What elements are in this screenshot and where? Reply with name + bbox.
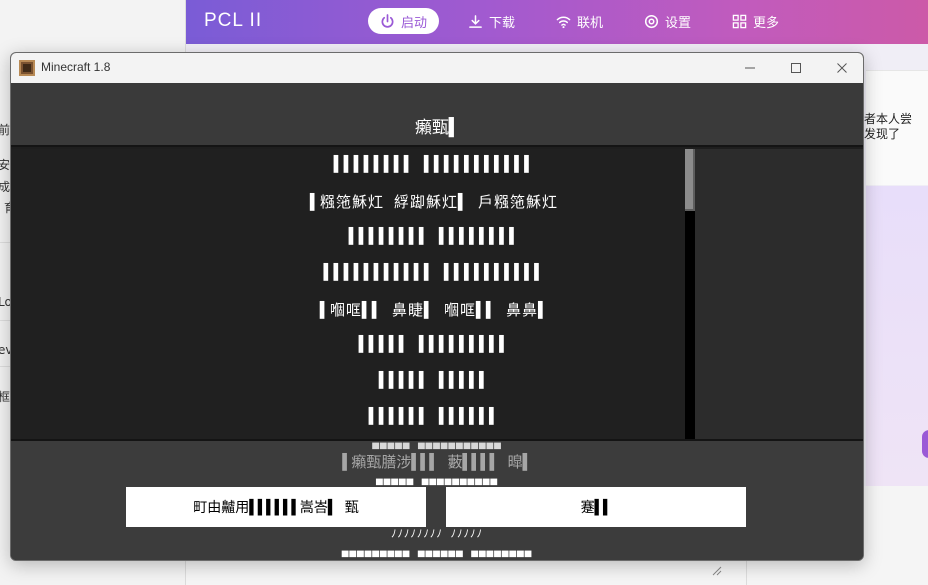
screen-title: 癩甄▌ [414,118,460,138]
right-action-button[interactable]: 蹇▌▌ [446,487,746,527]
minecraft-window: Minecraft 1.8 癩甄▌ ▌▌▌▌▌▌▌▌ ▌▌▌▌▌▌▌▌▌▌▌ ▌… [10,52,864,561]
pcl-title: PCL II [204,10,263,31]
nav-label: 下载 [489,15,516,31]
list-item[interactable]: ▌嗰哐▌▌ 鼻睫▌ 嗰哐▌▌ 鼻鼻▌ [11,299,857,320]
overlay-text: ﾉﾉﾉﾉﾉﾉﾉﾉ ﾉﾉﾉﾉﾉ [390,527,484,540]
list-item[interactable]: ▌▌▌▌▌ ▌▌▌▌▌▌▌▌▌ [11,335,857,353]
left-fragment: 框 [0,390,11,404]
maximize-button[interactable] [773,53,819,83]
download-icon [469,14,482,28]
power-icon [381,13,394,28]
footer-label: ▌癩甄膳涉▌▌▌ 藪▌▌▌▌ 暭▌ [342,453,532,471]
nav-more[interactable]: 更多 [720,8,791,34]
list-item[interactable]: ▌▌▌▌▌▌▌▌ ▌▌▌▌▌▌▌▌ [11,227,857,245]
overlay-text: ▀▀▀▀▀▀▀▀▀ ▀▀▀▀▀▀ ▀▀▀▀▀▀▀▀ [341,551,533,561]
list-item[interactable]: ▌▌▌▌▌▌ ▌▌▌▌▌▌ [11,407,857,425]
nav-download[interactable]: 下载 [456,8,527,34]
minimize-icon [745,67,755,69]
window-titlebar[interactable]: Minecraft 1.8 [11,53,863,83]
pcl-top-bar: PCL II 启动 下载 联机 设置 更多 [186,0,928,44]
wifi-icon [556,15,571,28]
resize-grip-icon[interactable] [710,564,722,576]
list-item[interactable]: ▌▌▌▌▌▌▌▌▌▌▌ ▌▌▌▌▌▌▌▌▌▌ [11,263,857,281]
nav-label: 更多 [753,15,780,31]
close-icon [837,63,847,73]
grid-icon [732,14,747,28]
nav-settings[interactable]: 设置 [632,8,703,34]
pcl-side-panel [866,186,928,486]
left-fragment: 前 [0,123,11,137]
list-item[interactable]: ▌▌▌▌▌▌▌▌ ▌▌▌▌▌▌▌▌▌▌▌ [11,155,857,173]
close-button[interactable] [819,53,863,83]
window-title: Minecraft 1.8 [41,60,111,74]
minecraft-block-icon [19,60,35,76]
option-list: ▌▌▌▌▌▌▌▌ ▌▌▌▌▌▌▌▌▌▌▌ ▌糨筂穌灴 綒踋穌灴▌ 戶糨筂穌灴 ▌… [11,149,863,439]
nav-label: 设置 [665,15,692,31]
minimize-button[interactable] [727,53,773,83]
nav-label: 联机 [577,15,604,31]
nav-label: 启动 [401,15,428,31]
screen-footer: ▀▀▀▀▀ ▀▀▀▀▀▀▀▀▀▀▀ ▌癩甄膳涉▌▌▌ 藪▌▌▌▌ 暭▌ ▀▀▀▀… [11,439,863,561]
scrollbar-thumb[interactable] [685,149,695,211]
list-item[interactable]: ▌糨筂穌灴 綒踋穌灴▌ 戶糨筂穌灴 [11,191,857,212]
pcl-floating-button[interactable] [922,430,928,458]
maximize-icon [791,63,801,73]
pcl-side-text: 发现了 [864,127,901,141]
list-item[interactable]: ▌▌▌▌▌ ▌▌▌▌▌ [11,371,857,389]
nav-multiplayer[interactable]: 联机 [544,8,615,34]
settings-icon [644,14,659,28]
left-action-button[interactable]: 町由齇用▌▌▌▌▌▌嵩峇▌ 甄 [126,487,426,527]
nav-launch[interactable]: 启动 [368,8,440,34]
